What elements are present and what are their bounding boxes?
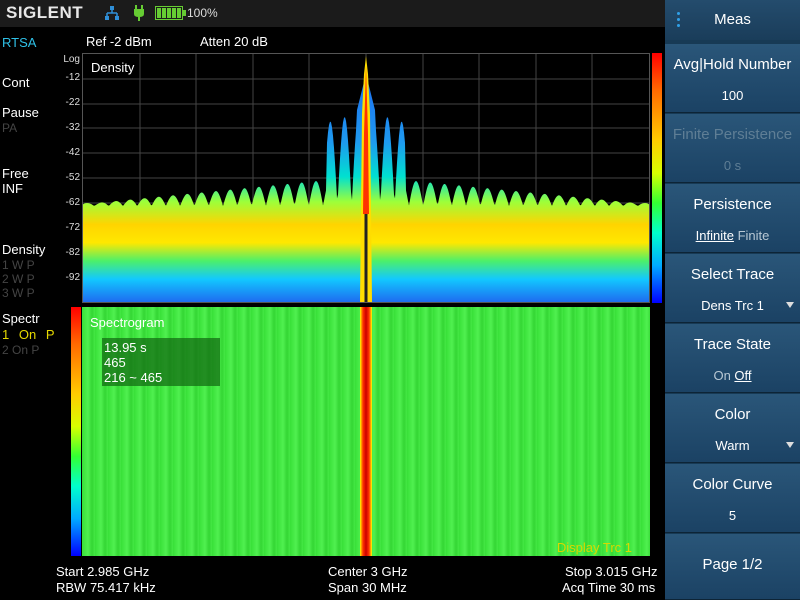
- spectr-trace-mode: P: [45, 327, 55, 342]
- trace-state-toggle[interactable]: Trace State On Off: [665, 324, 800, 393]
- pause-sub-label: PA: [2, 121, 18, 135]
- y-tick: -22: [65, 97, 80, 108]
- dropdown-arrow-icon: [786, 302, 794, 308]
- y-tick: -72: [65, 222, 80, 233]
- menu-item-label: Color Curve: [692, 476, 773, 493]
- spectr-label: Spectr: [2, 311, 40, 326]
- ref-level: Ref -2 dBm: [86, 34, 152, 49]
- density-trace-3: 3 W P: [2, 286, 35, 300]
- trace-state-options: On Off: [665, 368, 800, 383]
- avg-hold-number-button[interactable]: Avg|Hold Number 100: [665, 44, 800, 113]
- spectrogram-count: 465: [104, 355, 126, 370]
- y-tick: -32: [65, 122, 80, 133]
- rbw[interactable]: RBW 75.417 kHz: [56, 580, 156, 595]
- start-freq[interactable]: Start 2.985 GHz: [56, 564, 149, 579]
- pause-label: Pause: [2, 105, 39, 120]
- menu-item-value: 0 s: [723, 158, 742, 173]
- density-plot[interactable]: Density: [82, 53, 650, 303]
- menu-title: Meas: [714, 11, 751, 28]
- density-label: Density: [2, 242, 46, 257]
- power-plug-icon: [134, 5, 144, 21]
- finite-persistence-button: Finite Persistence 0 s: [665, 114, 800, 183]
- center-freq[interactable]: Center 3 GHz: [328, 564, 407, 579]
- network-icon: [105, 6, 119, 20]
- acq-time[interactable]: Acq Time 30 ms: [562, 580, 655, 595]
- menu-item-value: 100: [721, 88, 744, 103]
- density-color-scale: [652, 53, 662, 303]
- menu-item-value: Dens Trc 1: [701, 298, 764, 313]
- menu-item-label: Page 1/2: [702, 556, 763, 573]
- menu-item-value: 5: [728, 508, 737, 523]
- spectrogram-time: 13.95 s: [104, 340, 147, 355]
- inf-label: INF: [2, 181, 23, 196]
- option-off[interactable]: Off: [734, 368, 751, 383]
- free-label: Free: [2, 166, 29, 181]
- display-trace-label: Display Trc 1: [556, 540, 632, 555]
- menu-item-label: Select Trace: [690, 266, 775, 283]
- attenuation: Atten 20 dB: [200, 34, 268, 49]
- spectr-trace-2: 2 On P: [2, 343, 40, 357]
- battery-percent: 100%: [187, 6, 218, 20]
- softkey-menu: Meas Avg|Hold Number 100 Finite Persiste…: [665, 0, 800, 600]
- option-on[interactable]: On: [713, 368, 730, 383]
- dropdown-arrow-icon: [786, 442, 794, 448]
- density-graphic: [83, 54, 649, 302]
- menu-item-label: Color: [714, 406, 751, 423]
- y-tick: -12: [65, 72, 80, 83]
- persistence-options: Infinite Finite: [665, 228, 800, 243]
- spectrogram-plot[interactable]: Spectrogram 13.95 s 465 216 ~ 465 Displa…: [82, 307, 650, 556]
- color-curve-button[interactable]: Color Curve 5: [665, 464, 800, 533]
- status-bar: SIGLENT 100%: [0, 0, 665, 27]
- menu-item-value: Warm: [715, 438, 750, 453]
- menu-item-label: Finite Persistence: [672, 126, 793, 143]
- menu-header[interactable]: Meas: [665, 0, 800, 40]
- menu-item-label: Avg|Hold Number: [673, 56, 792, 73]
- left-status-panel: RTSA Cont Pause PA Free INF Density 1 W …: [0, 27, 56, 562]
- spectrogram-info-box: 13.95 s 465 216 ~ 465: [102, 338, 220, 386]
- y-tick: -82: [65, 247, 80, 258]
- color-dropdown[interactable]: Color Warm: [665, 394, 800, 463]
- mode-label: RTSA: [2, 35, 37, 50]
- spectrogram-center-signal: [360, 307, 372, 556]
- spectr-trace-number: 1: [2, 327, 10, 342]
- select-trace-dropdown[interactable]: Select Trace Dens Trc 1: [665, 254, 800, 323]
- y-scale-log: Log: [63, 54, 80, 65]
- battery-icon: [155, 6, 186, 20]
- span[interactable]: Span 30 MHz: [328, 580, 407, 595]
- spectr-trace-1: 1 On P: [2, 327, 55, 342]
- y-tick: -52: [65, 172, 80, 183]
- sweep-mode-label: Cont: [2, 75, 30, 90]
- spectrogram-title: Spectrogram: [90, 315, 165, 330]
- density-trace-2: 2 W P: [2, 272, 35, 286]
- spectrogram-color-scale: [71, 307, 81, 556]
- option-infinite[interactable]: Infinite: [696, 228, 734, 243]
- page-button[interactable]: Page 1/2: [665, 534, 800, 600]
- density-title: Density: [91, 60, 135, 75]
- y-tick: -62: [65, 197, 80, 208]
- y-tick: -42: [65, 147, 80, 158]
- menu-item-label: Persistence: [693, 196, 772, 213]
- frequency-footer: Start 2.985 GHz RBW 75.417 kHz Center 3 …: [0, 562, 665, 600]
- menu-item-label: Trace State: [694, 336, 771, 353]
- density-trace-1: 1 W P: [2, 258, 35, 272]
- option-finite[interactable]: Finite: [738, 228, 770, 243]
- brand-logo: SIGLENT: [6, 3, 84, 22]
- stop-freq[interactable]: Stop 3.015 GHz: [565, 564, 658, 579]
- spectrogram-range: 216 ~ 465: [104, 370, 163, 385]
- y-tick: -92: [65, 272, 80, 283]
- persistence-toggle[interactable]: Persistence Infinite Finite: [665, 184, 800, 253]
- spectr-trace-state: On: [18, 327, 37, 342]
